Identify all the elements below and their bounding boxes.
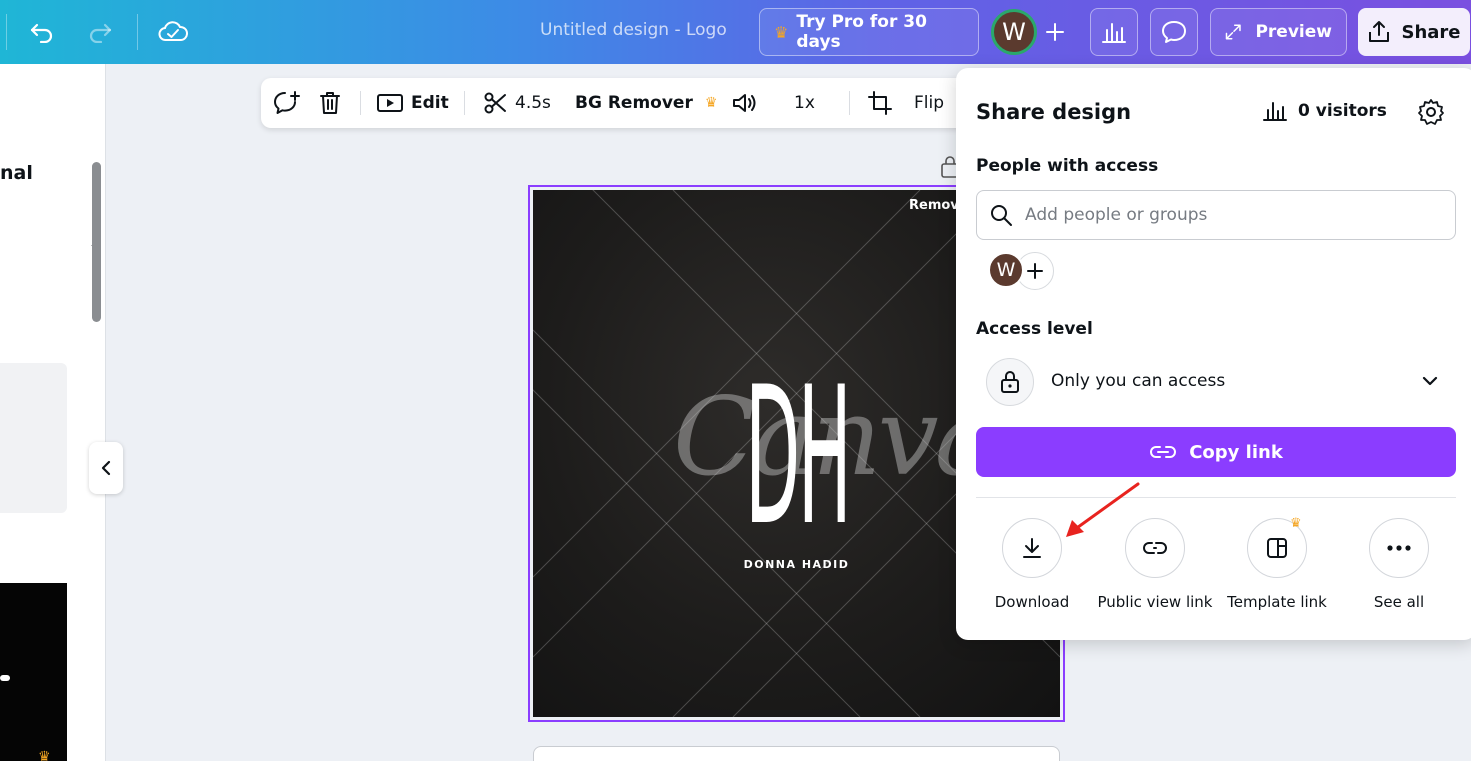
comment-icon	[1162, 21, 1186, 43]
add-people-input[interactable]	[1025, 205, 1425, 225]
document-title[interactable]: Untitled design - Logo	[540, 20, 727, 40]
crop-button[interactable]	[868, 78, 892, 128]
add-collaborator-icon[interactable]	[1037, 14, 1073, 50]
video-play-icon	[377, 94, 403, 112]
top-bar: Untitled design - Logo ♛ Try Pro for 30 …	[0, 0, 1471, 64]
timeline-bar[interactable]	[533, 746, 1060, 761]
flip-button[interactable]: Flip	[914, 78, 944, 128]
upload-icon	[1369, 21, 1390, 42]
playback-speed-button[interactable]: 1x	[794, 78, 815, 128]
speaker-icon	[733, 94, 756, 112]
edit-label: Edit	[411, 93, 449, 113]
share-label: Share	[1401, 21, 1461, 43]
preview-label: Preview	[1255, 22, 1332, 42]
toolbar-separator	[6, 14, 7, 50]
flip-label: Flip	[914, 93, 945, 113]
avatar[interactable]: W	[991, 9, 1037, 55]
annotation-arrow-icon	[1066, 482, 1140, 537]
comments-button[interactable]	[1150, 8, 1198, 56]
template-thumbnail[interactable]: ♛	[0, 583, 67, 761]
redo-icon[interactable]	[82, 14, 118, 50]
toolbar-separator	[137, 14, 138, 50]
more-icon	[1369, 518, 1429, 578]
share-panel: Share design 0 visitors People with acce…	[956, 68, 1471, 640]
divider	[976, 497, 1456, 498]
speed-label: 1x	[794, 93, 815, 113]
toolbar-separator	[464, 91, 465, 115]
download-icon	[1002, 518, 1062, 578]
template-link-label: Template link	[1227, 593, 1327, 611]
crown-icon: ♛	[774, 22, 789, 42]
add-people-field[interactable]	[976, 190, 1456, 240]
member-avatar[interactable]: W	[988, 252, 1024, 288]
link-icon	[1150, 446, 1177, 458]
copy-link-label: Copy link	[1189, 441, 1283, 463]
context-toolbar: Edit 4.5s BG Remover ♛ 1x Flip	[261, 78, 1001, 128]
left-panel: nal ♛	[0, 64, 106, 761]
try-pro-button[interactable]: ♛ Try Pro for 30 days	[759, 8, 979, 56]
panel-card[interactable]	[0, 363, 67, 513]
bg-remover-label: BG Remover	[575, 93, 693, 113]
trash-icon	[320, 92, 340, 114]
duration-label: 4.5s	[515, 93, 551, 113]
see-all-option[interactable]: See all	[1339, 518, 1459, 611]
expand-icon	[1225, 24, 1241, 40]
access-level-label: Access level	[976, 319, 1093, 339]
search-icon	[991, 205, 1012, 226]
try-pro-label: Try Pro for 30 days	[796, 12, 927, 52]
thumbnail-mark	[0, 675, 10, 681]
bg-remover-button[interactable]: BG Remover ♛	[575, 78, 717, 128]
delete-button[interactable]	[319, 78, 341, 128]
volume-button[interactable]	[732, 78, 758, 128]
people-access-label: People with access	[976, 156, 1159, 176]
gear-icon	[1418, 99, 1444, 125]
insights-button[interactable]	[1090, 8, 1138, 56]
public-view-link-label: Public view link	[1097, 593, 1213, 611]
undo-icon[interactable]	[24, 14, 60, 50]
template-link-option[interactable]: ♛ Template link	[1217, 516, 1337, 611]
access-level-value: Only you can access	[1051, 371, 1226, 391]
download-label: Download	[994, 593, 1070, 611]
bar-chart-icon	[1263, 102, 1287, 121]
scissors-icon	[484, 92, 506, 114]
remove-label: Remov	[909, 198, 959, 213]
share-panel-title: Share design	[976, 100, 1132, 124]
chevron-left-icon	[101, 460, 111, 476]
template-icon: ♛	[1247, 516, 1307, 578]
panel-heading-fragment: nal	[0, 162, 33, 184]
trim-button[interactable]: 4.5s	[483, 78, 551, 128]
scrollbar-thumb[interactable]	[92, 162, 101, 322]
share-button[interactable]: Share	[1358, 8, 1470, 56]
share-settings-button[interactable]	[1417, 98, 1445, 130]
preview-button[interactable]: Preview	[1210, 8, 1347, 56]
plus-icon	[1027, 263, 1043, 279]
visitors-button[interactable]: 0 visitors	[1262, 100, 1387, 122]
comment-add-icon	[274, 91, 300, 114]
see-all-label: See all	[1373, 593, 1425, 611]
access-level-select[interactable]: Only you can access	[976, 356, 1456, 408]
toolbar-separator	[360, 91, 361, 115]
lock-icon	[986, 358, 1034, 406]
logo-mark: DH	[745, 346, 852, 567]
crown-icon: ♛	[1290, 516, 1302, 531]
visitors-label: 0 visitors	[1298, 101, 1387, 121]
collapse-panel-button[interactable]	[89, 442, 123, 494]
crown-icon: ♛	[38, 749, 51, 761]
bar-chart-icon	[1102, 23, 1126, 43]
cloud-saved-icon[interactable]	[155, 14, 191, 50]
crop-icon	[868, 91, 892, 115]
toolbar-separator	[849, 91, 850, 115]
chevron-down-icon	[1422, 376, 1438, 386]
copy-link-button[interactable]: Copy link	[976, 427, 1456, 477]
edit-video-button[interactable]: Edit	[377, 78, 449, 128]
crown-icon: ♛	[704, 95, 718, 111]
add-comment-button[interactable]	[273, 78, 301, 128]
